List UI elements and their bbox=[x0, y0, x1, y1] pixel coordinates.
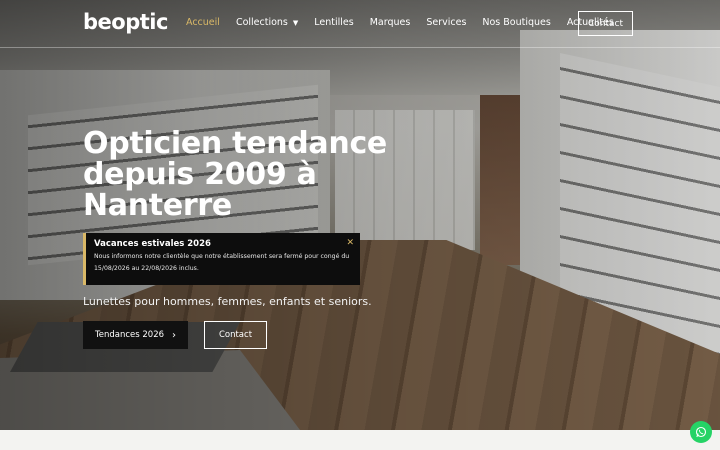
nav-item-boutiques[interactable]: Nos Boutiques bbox=[482, 17, 550, 28]
main-nav: Accueil Collections ▼ Lentilles Marques … bbox=[186, 17, 630, 28]
hero-subtitle: Lunettes pour hommes, femmes, enfants et… bbox=[83, 295, 372, 308]
notice-title: Vacances estivales 2026 bbox=[94, 239, 211, 249]
nav-item-label: Marques bbox=[369, 17, 411, 28]
chevron-right-icon: › bbox=[172, 329, 177, 341]
nav-item-accueil[interactable]: Accueil bbox=[186, 17, 220, 28]
chevron-down-icon: ▼ bbox=[292, 18, 299, 27]
nav-item-label: Services bbox=[426, 17, 467, 28]
tendances-button-label: Tendances 2026 bbox=[94, 330, 165, 340]
nav-item-lentilles[interactable]: Lentilles bbox=[314, 17, 353, 28]
nav-item-services[interactable]: Services bbox=[426, 17, 466, 28]
whatsapp-icon bbox=[695, 426, 707, 438]
notice-text: Nous informons notre clientèle que notre… bbox=[94, 253, 350, 272]
nav-item-label: Lentilles bbox=[314, 17, 354, 28]
hero-title: Opticien tendance depuis 2009 à Nanterre bbox=[83, 126, 387, 223]
vacation-notice: Vacances estivales 2026 Nous informons n… bbox=[83, 233, 360, 285]
logo[interactable]: beoptic bbox=[83, 10, 168, 34]
site-header: beoptic Accueil Collections ▼ Lentilles … bbox=[0, 0, 720, 48]
nav-item-collections[interactable]: Collections ▼ bbox=[236, 17, 298, 28]
nav-item-label: Nos Boutiques bbox=[482, 17, 551, 28]
nav-item-label: Accueil bbox=[186, 17, 220, 28]
nav-item-marques[interactable]: Marques bbox=[370, 17, 411, 28]
whatsapp-button[interactable] bbox=[690, 421, 712, 443]
nav-item-label: Collections bbox=[235, 17, 288, 28]
close-icon[interactable]: ✕ bbox=[346, 238, 354, 248]
header-contact-button[interactable]: Contact bbox=[578, 11, 633, 36]
tendances-button[interactable]: Tendances 2026 › bbox=[83, 321, 188, 349]
hero-contact-button[interactable]: Contact bbox=[204, 321, 267, 349]
